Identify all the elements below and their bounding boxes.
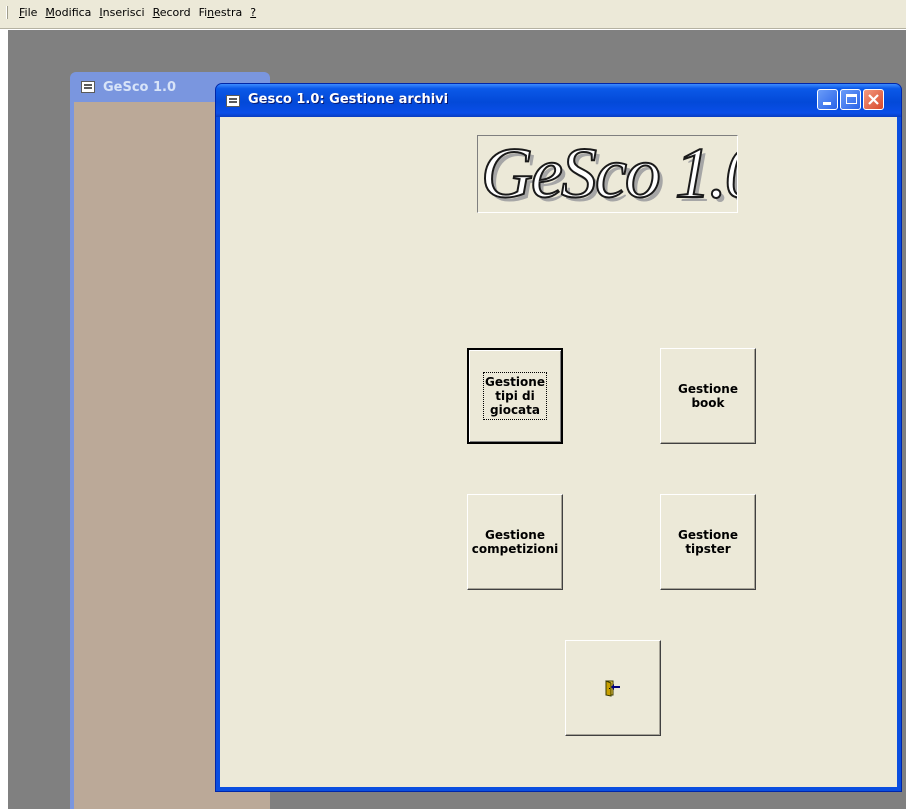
maximize-button[interactable]: [840, 89, 861, 110]
gestione-tipster-button[interactable]: Gestione tipster: [660, 494, 756, 590]
window-title: Gesco 1.0: Gestione archivi: [248, 92, 449, 107]
minimize-button[interactable]: [817, 89, 838, 110]
menu-bar: File Modifica Inserisci Record Finestra …: [0, 0, 906, 29]
exit-door-icon: [605, 680, 620, 697]
database-window-title: GeSco 1.0: [103, 79, 177, 95]
exit-button[interactable]: [565, 640, 661, 736]
menu-record[interactable]: Record: [149, 6, 195, 20]
gestione-tipster-label: Gestione tipster: [678, 528, 738, 556]
mdi-client-area: GeSco 1.0 Gesco 1.0: Gestione archivi Ge…: [8, 30, 906, 809]
menu-modifica[interactable]: Modifica: [41, 6, 95, 20]
gestione-competizioni-label: Gestione competizioni: [471, 528, 559, 556]
logo-text: GeSco 1.0: [480, 135, 738, 213]
form-icon: [81, 81, 95, 93]
logo: GeSco 1.0: [477, 135, 738, 213]
menu-file[interactable]: File: [15, 6, 41, 20]
minimize-icon: [823, 102, 831, 105]
form-client-area: GeSco 1.0 Gestione tipi di giocata Gesti…: [220, 117, 897, 787]
menu-inserisci[interactable]: Inserisci: [95, 6, 148, 20]
gestione-book-label: Gestione book: [678, 382, 738, 410]
gestione-competizioni-button[interactable]: Gestione competizioni: [467, 494, 563, 590]
close-button[interactable]: [863, 89, 884, 110]
close-icon: [868, 94, 879, 105]
gestione-book-button[interactable]: Gestione book: [660, 348, 756, 444]
menu-finestra[interactable]: Finestra: [195, 6, 247, 20]
menu-grip: [6, 6, 8, 19]
gestione-tipi-giocata-label: Gestione tipi di giocata: [483, 372, 547, 420]
form-icon: [226, 95, 240, 107]
menu-help[interactable]: ?: [246, 6, 260, 20]
form-window[interactable]: Gesco 1.0: Gestione archivi GeSco 1.0 Ge…: [215, 83, 902, 792]
maximize-icon: [846, 94, 857, 104]
gestione-tipi-giocata-button[interactable]: Gestione tipi di giocata: [467, 348, 563, 444]
form-window-titlebar[interactable]: Gesco 1.0: Gestione archivi: [216, 84, 901, 117]
